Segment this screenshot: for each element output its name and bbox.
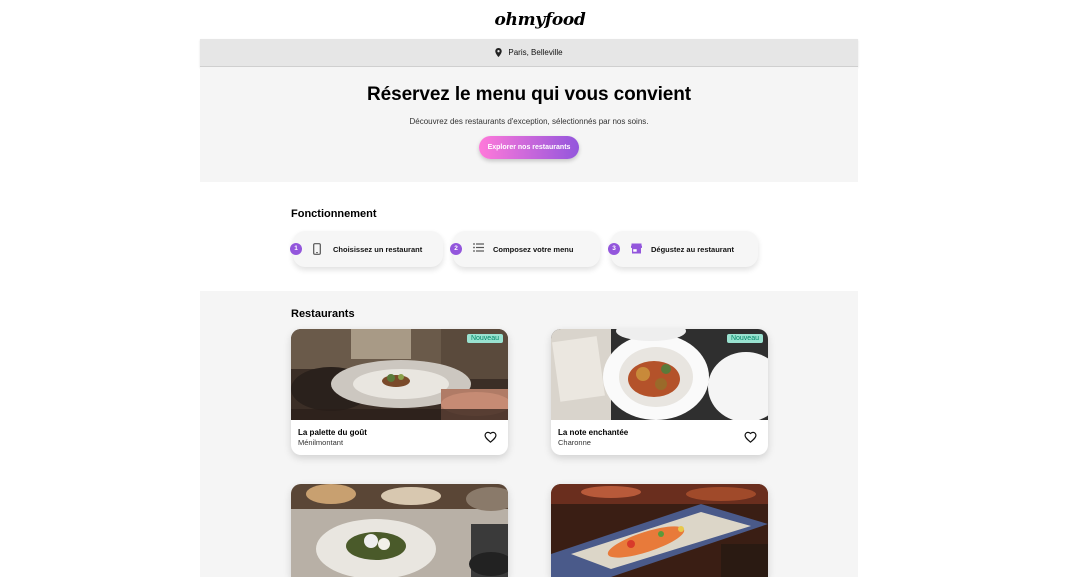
heart-icon[interactable] [744, 431, 757, 443]
new-badge: Nouveau [726, 334, 763, 343]
restaurant-card[interactable]: Nouveau La palette du goût Ménilmontant [291, 329, 508, 455]
step-number: 2 [450, 243, 462, 255]
step-label: Composez votre menu [493, 244, 574, 254]
location-bar[interactable]: Paris, Belleville [200, 39, 858, 67]
list-icon [473, 243, 484, 252]
location-pin-icon [495, 48, 503, 57]
explore-restaurants-button[interactable]: Explorer nos restaurants [479, 136, 579, 159]
restaurant-card[interactable] [551, 484, 768, 577]
step-label: Choisissez un restaurant [333, 244, 423, 254]
hero-section: Réservez le menu qui vous convient Décou… [200, 67, 858, 182]
hero-title: Réservez le menu qui vous convient [367, 84, 691, 105]
heart-icon[interactable] [484, 431, 497, 443]
restaurant-name: La palette du goût [298, 428, 367, 437]
restaurant-card[interactable]: Nouveau La note enchantée Charonne [551, 329, 768, 455]
new-badge: Nouveau [466, 334, 503, 343]
site-header: ohmyfood [0, 0, 1080, 38]
restaurant-card[interactable] [291, 484, 508, 577]
storefront-icon [631, 243, 642, 254]
hero-subtitle: Découvrez des restaurants d'exception, s… [409, 117, 649, 126]
card-info: La palette du goût Ménilmontant [291, 420, 508, 455]
step-number: 3 [608, 243, 620, 255]
restaurant-photo[interactable] [291, 484, 508, 577]
step-label: Dégustez au restaurant [651, 244, 734, 254]
step-choose-restaurant[interactable]: 1 Choisissez un restaurant [290, 231, 443, 267]
step-taste-restaurant[interactable]: 3 Dégustez au restaurant [608, 231, 758, 267]
restaurant-photo[interactable]: Nouveau [551, 329, 768, 420]
restaurant-name: La note enchantée [558, 428, 629, 437]
how-it-works-title: Fonctionnement [291, 208, 377, 220]
step-number: 1 [290, 243, 302, 255]
location-label: Paris, Belleville [508, 48, 563, 57]
restaurant-photo[interactable]: Nouveau [291, 329, 508, 420]
restaurant-area: Ménilmontant [298, 438, 344, 447]
brand-logo[interactable]: ohmyfood [494, 10, 585, 30]
restaurant-photo[interactable] [551, 484, 768, 577]
step-compose-menu[interactable]: 2 Composez votre menu [450, 231, 600, 267]
smartphone-icon [313, 243, 321, 255]
restaurants-title: Restaurants [291, 308, 355, 320]
card-info: La note enchantée Charonne [551, 420, 768, 455]
restaurant-area: Charonne [558, 438, 591, 447]
